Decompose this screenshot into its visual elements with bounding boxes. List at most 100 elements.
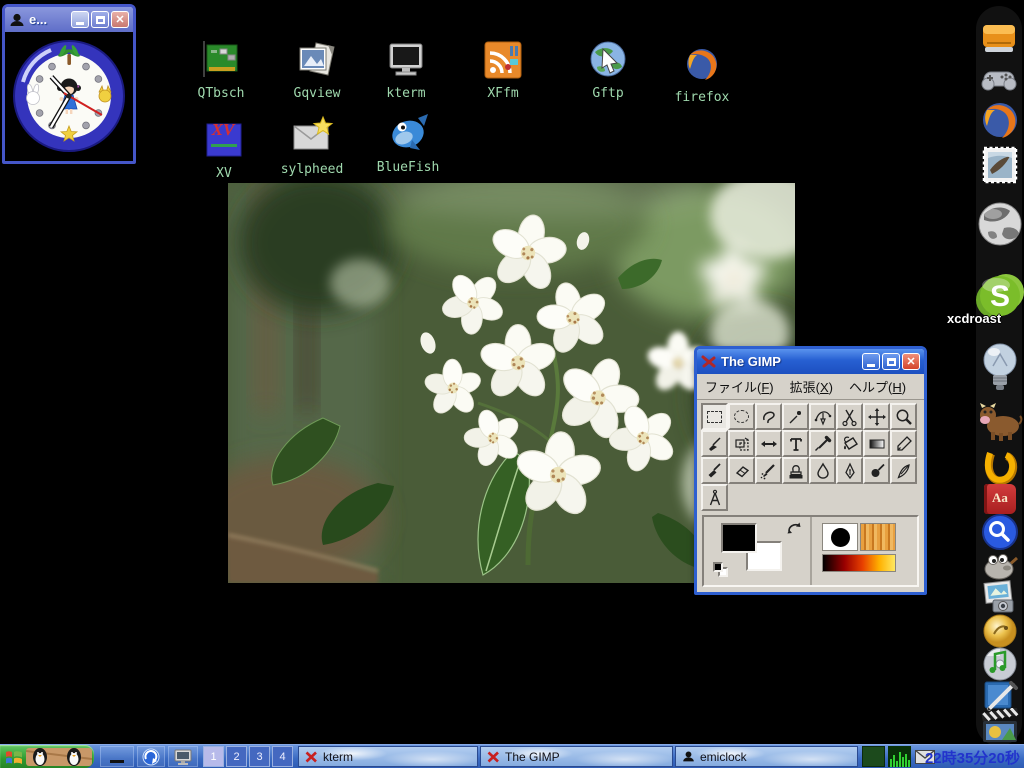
tool-magnify[interactable] <box>890 403 917 430</box>
bluefish-icon <box>384 110 432 158</box>
dock-gimp-icon[interactable] <box>980 548 1020 582</box>
gradient-preview[interactable] <box>822 554 896 572</box>
desktop-icon-gftp[interactable]: Gftp <box>566 36 650 101</box>
tool-flip[interactable] <box>755 430 782 457</box>
pattern-preview[interactable] <box>860 523 896 551</box>
desktop-icon-sylpheed[interactable]: sylpheed <box>270 112 354 177</box>
emiclock-body <box>5 32 133 161</box>
desktop-icon-label: BlueFish <box>377 160 440 175</box>
desktop-icon-bluefish[interactable]: BlueFish <box>366 110 450 175</box>
start-penguins-image <box>26 747 92 767</box>
display-launcher-button[interactable] <box>168 746 198 767</box>
close-button[interactable] <box>902 353 920 370</box>
task-button-emiclock[interactable]: emiclock <box>675 746 858 767</box>
tool-fuzzy-select[interactable] <box>782 403 809 430</box>
anime-clock[interactable] <box>5 32 133 161</box>
tool-crop[interactable] <box>701 430 728 457</box>
dock-photos-icon[interactable] <box>979 578 1021 616</box>
tool-clone[interactable] <box>782 457 809 484</box>
tool-rect-select[interactable] <box>701 403 728 430</box>
desktop-icon-label: sylpheed <box>281 162 344 177</box>
dock-globe-icon[interactable] <box>976 198 1024 250</box>
xcdroast-label: xcdroast <box>947 311 1001 326</box>
maximize-button[interactable] <box>91 11 109 28</box>
tool-text[interactable] <box>782 430 809 457</box>
x-app-icon <box>487 751 500 763</box>
airbrush-icon <box>759 461 779 481</box>
dodge-burn-icon <box>867 461 887 481</box>
workspace-button-4[interactable]: 4 <box>272 746 293 767</box>
dock-harddrive-icon[interactable] <box>979 18 1019 58</box>
maximize-button[interactable] <box>882 353 900 370</box>
tool-blend[interactable] <box>863 430 890 457</box>
workspace-button-3[interactable]: 3 <box>249 746 270 767</box>
show-desktop-button[interactable] <box>100 746 134 767</box>
tool-dodge-burn[interactable] <box>863 457 890 484</box>
dock-movie-icon[interactable] <box>980 708 1020 745</box>
tool-measure[interactable] <box>701 484 728 511</box>
workspace-button-1[interactable]: 1 <box>203 746 224 767</box>
foreground-color-swatch[interactable] <box>721 523 757 553</box>
dock-mail-stamp-icon[interactable] <box>980 144 1020 186</box>
tool-convolve[interactable] <box>809 457 836 484</box>
dock-search-icon[interactable] <box>980 512 1020 552</box>
brush-pattern-gradient-panel <box>812 517 917 585</box>
menu-file[interactable]: ファイル(F) <box>705 377 774 396</box>
tool-bezier-select[interactable] <box>809 403 836 430</box>
gimp-color-area <box>702 515 919 587</box>
gqview-icon <box>293 36 341 84</box>
workspace-button-2[interactable]: 2 <box>226 746 247 767</box>
tool-transform[interactable] <box>728 430 755 457</box>
task-button-gimp[interactable]: The GIMP <box>480 746 673 767</box>
tool-scissors[interactable] <box>836 403 863 430</box>
default-colors-icon[interactable] <box>713 562 723 572</box>
desktop-icon-qtbsch[interactable]: QTbsch <box>179 36 263 101</box>
desktop-icon-label: firefox <box>675 90 730 105</box>
start-button[interactable] <box>0 745 94 768</box>
dock-gamepad-icon[interactable] <box>979 62 1019 98</box>
tool-pencil[interactable] <box>890 430 917 457</box>
tray-load-monitor[interactable] <box>862 746 885 767</box>
tray-network-graph[interactable] <box>888 746 911 767</box>
tool-free-select[interactable] <box>755 403 782 430</box>
desktop-icon-kterm[interactable]: kterm <box>364 36 448 101</box>
tool-ellipse-select[interactable] <box>728 403 755 430</box>
tool-paintbrush[interactable] <box>701 457 728 484</box>
task-button-kterm[interactable]: kterm <box>298 746 478 767</box>
menu-xtns[interactable]: 拡張(X) <box>790 377 833 396</box>
gimp-titlebar[interactable]: The GIMP <box>697 349 924 374</box>
desktop-icon-firefox[interactable]: firefox <box>660 40 744 105</box>
menu-help[interactable]: ヘルプ(H) <box>849 377 906 396</box>
minimize-button[interactable] <box>71 11 89 28</box>
desktop-icon-xffm[interactable]: XFfm <box>461 36 545 101</box>
x-app-icon <box>305 751 318 763</box>
brush-preview[interactable] <box>822 523 858 551</box>
tool-ink[interactable] <box>836 457 863 484</box>
tool-eraser[interactable] <box>728 457 755 484</box>
tool-color-picker[interactable] <box>809 430 836 457</box>
desktop-icon-label: XV <box>216 166 232 181</box>
minimize-button[interactable] <box>862 353 880 370</box>
desktop-icon-gqview[interactable]: Gqview <box>275 36 359 101</box>
sylpheed-icon <box>288 112 336 160</box>
desktop-icon-label: kterm <box>386 86 425 101</box>
desktop-icon-xv[interactable]: XV XV <box>182 116 266 181</box>
desktop-icon-label: QTbsch <box>198 86 245 101</box>
tool-move[interactable] <box>863 403 890 430</box>
close-button[interactable] <box>111 11 129 28</box>
crop-knife-icon <box>705 434 725 454</box>
launcher-orb-button[interactable] <box>137 746 165 767</box>
desktop-icon-label: XFfm <box>487 86 518 101</box>
tool-smudge[interactable] <box>890 457 917 484</box>
tool-airbrush[interactable] <box>755 457 782 484</box>
swap-colors-icon[interactable] <box>786 521 802 535</box>
tool-bucket-fill[interactable] <box>836 430 863 457</box>
dock-dictionary-icon[interactable]: Aa <box>982 482 1018 516</box>
dock-firefox-icon[interactable] <box>978 98 1022 142</box>
person-icon <box>682 750 695 763</box>
emiclock-titlebar[interactable]: e... <box>5 7 133 32</box>
taskbar: 1 2 3 4 kterm The GIMP emiclock 22時35分20… <box>0 744 1024 768</box>
gimp-menubar: ファイル(F) 拡張(X) ヘルプ(H) <box>697 374 924 400</box>
dock-lightbulb-icon[interactable] <box>979 340 1021 398</box>
dock-cow-icon[interactable] <box>977 398 1023 444</box>
